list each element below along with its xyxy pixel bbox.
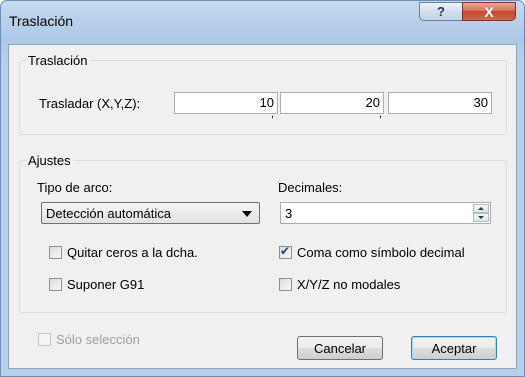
y-separator: , (379, 108, 383, 120)
tipo-arco-select[interactable]: Detección automática (41, 202, 260, 224)
solo-seleccion-label: Sólo selección (56, 332, 140, 347)
solo-seleccion-box (38, 333, 51, 346)
window-title: Traslación (9, 13, 74, 29)
tipo-arco-value: Detección automática (46, 206, 172, 221)
help-button[interactable]: ? (419, 2, 463, 21)
close-icon: X (484, 3, 494, 20)
dialog-client-area: Traslación Trasladar (X,Y,Z): 10 , 20 , … (8, 44, 517, 369)
coma-decimal-checkbox[interactable]: Coma como símbolo decimal (279, 244, 465, 260)
dropdown-arrow-icon (242, 211, 252, 217)
help-icon: ? (437, 4, 445, 19)
quitar-ceros-box (49, 246, 62, 259)
y-input[interactable]: 20 (280, 92, 384, 114)
ok-button[interactable]: Aceptar (411, 336, 497, 360)
decimales-label: Decimales: (278, 180, 343, 195)
spin-down-icon[interactable] (473, 213, 489, 222)
xyz-no-modales-checkbox[interactable]: X/Y/Z no modales (279, 277, 400, 292)
x-input[interactable]: 10 (174, 92, 278, 114)
coma-decimal-box (279, 244, 292, 259)
dialog-window: Traslación ? X Traslación Trasladar (X,Y… (0, 0, 525, 377)
solo-seleccion-checkbox[interactable]: Sólo selección (38, 332, 140, 347)
ajustes-legend: Ajustes (28, 153, 71, 168)
x-separator: , (271, 108, 275, 120)
suponer-g91-box (49, 278, 62, 291)
decimales-value: 3 (285, 206, 293, 221)
coma-decimal-label: Coma como símbolo decimal (297, 245, 465, 260)
suponer-g91-label: Suponer G91 (67, 277, 145, 292)
traslacion-legend: Traslación (28, 53, 88, 68)
xyz-no-modales-label: X/Y/Z no modales (297, 277, 401, 292)
cancel-button[interactable]: Cancelar (297, 336, 383, 360)
quitar-ceros-checkbox[interactable]: Quitar ceros a la dcha. (49, 245, 198, 260)
spin-up-icon[interactable] (473, 204, 489, 213)
decimales-spinner[interactable]: 3 (280, 202, 491, 224)
suponer-g91-checkbox[interactable]: Suponer G91 (49, 277, 144, 292)
spinner-buttons (473, 204, 489, 222)
xyz-no-modales-box (279, 278, 292, 291)
tipo-arco-label: Tipo de arco: (37, 180, 113, 195)
trasladar-label: Trasladar (X,Y,Z): (39, 96, 141, 111)
z-input[interactable]: 30 (388, 92, 492, 114)
close-button[interactable]: X (462, 2, 516, 21)
quitar-ceros-label: Quitar ceros a la dcha. (67, 245, 198, 260)
